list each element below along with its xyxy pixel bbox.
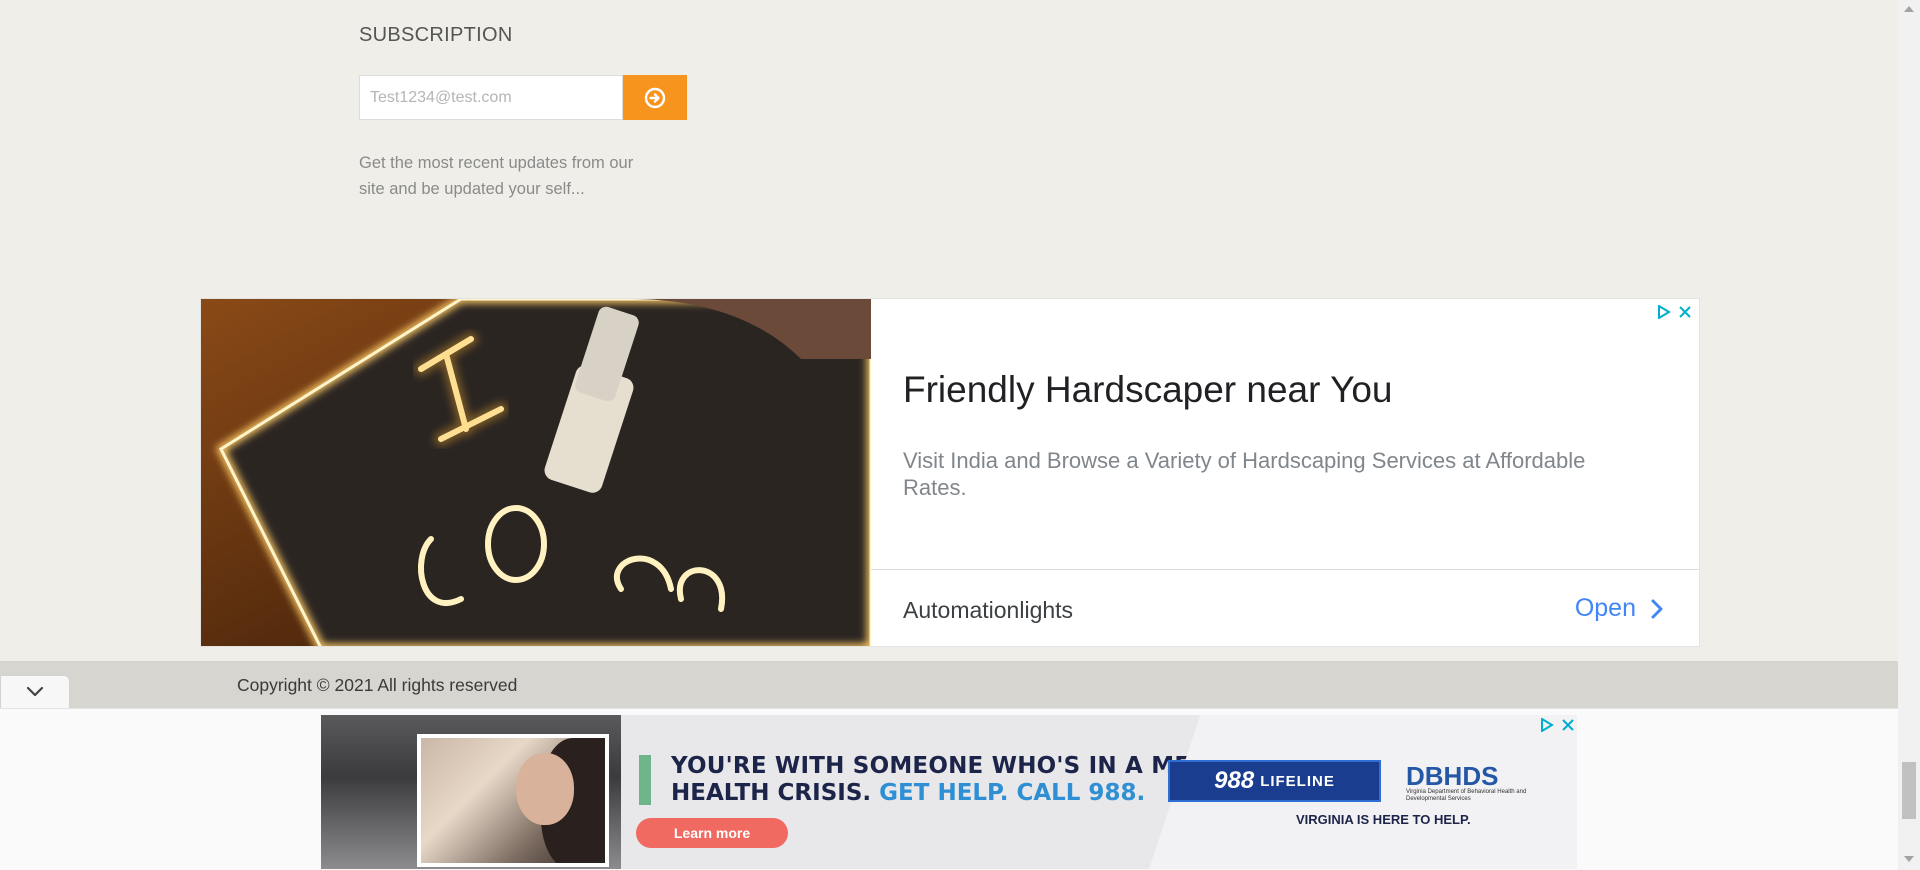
display-ad[interactable]: Friendly Hardscaper near You Visit India…	[200, 298, 1700, 647]
learn-more-button[interactable]: Learn more	[636, 818, 788, 848]
anchor-ad-toggle[interactable]	[0, 675, 70, 708]
anchor-ad-choices[interactable]	[1540, 718, 1574, 732]
ad-body: Friendly Hardscaper near You Visit India…	[871, 299, 1699, 569]
led-drawing-board-image	[201, 299, 871, 646]
scroll-down-arrow[interactable]	[1904, 856, 1914, 862]
close-icon[interactable]	[1562, 719, 1574, 731]
lifeline-label: LIFELINE	[1260, 772, 1335, 790]
ad-footer: Automationlights Open	[871, 569, 1699, 646]
ad-description: Visit India and Browse a Variety of Hard…	[903, 448, 1586, 500]
subscription-title: SUBSCRIPTION	[359, 24, 513, 46]
scroll-up-arrow[interactable]	[1904, 6, 1914, 12]
copyright-text: Copyright © 2021 All rights reserved	[237, 675, 518, 695]
ad-open-button[interactable]: Open	[1575, 594, 1664, 623]
ad-open-label: Open	[1574, 594, 1636, 622]
ad-image	[201, 299, 871, 646]
ad-tagline: VIRGINIA IS HERE TO HELP.	[1296, 812, 1471, 827]
adchoices-icon[interactable]	[1540, 718, 1554, 732]
ad-headline-plain: HEALTH CRISIS.	[671, 780, 872, 806]
vertical-scrollbar[interactable]	[1898, 0, 1920, 869]
subscription-section: SUBSCRIPTION Get the most recent updates…	[359, 24, 687, 198]
ad-advertiser: Automationlights	[903, 597, 1074, 623]
ad-accent-stripe	[639, 755, 651, 805]
email-input[interactable]	[359, 75, 623, 120]
arrow-circle-right-icon	[644, 87, 666, 108]
subscription-form	[359, 75, 687, 120]
ad-headline-line2: HEALTH CRISIS. GET HELP. CALL 988.	[671, 780, 1145, 806]
lifeline-logo: 988 LIFELINE	[1168, 760, 1381, 802]
chevron-right-icon	[1651, 599, 1663, 618]
ad-photo	[417, 734, 609, 867]
subscribe-button[interactable]	[623, 75, 687, 120]
dbhds-subtitle: Virginia Department of Behavioral Health…	[1406, 789, 1527, 802]
chevron-down-icon	[26, 686, 44, 697]
scrollbar-thumb[interactable]	[1902, 762, 1916, 819]
ad-headline-highlight: GET HELP. CALL 988.	[879, 780, 1146, 806]
anchor-ad[interactable]: YOU'RE WITH SOMEONE WHO'S IN A MENTAL HE…	[321, 715, 1577, 869]
footer-bar: Copyright © 2021 All rights reserved	[0, 661, 1898, 708]
dbhds-logo: DBHDS	[1406, 761, 1499, 791]
ad-headline[interactable]: Friendly Hardscaper near You	[903, 369, 1393, 411]
lifeline-number: 988	[1214, 767, 1255, 794]
subscription-description: Get the most recent updates from our sit…	[359, 154, 634, 198]
